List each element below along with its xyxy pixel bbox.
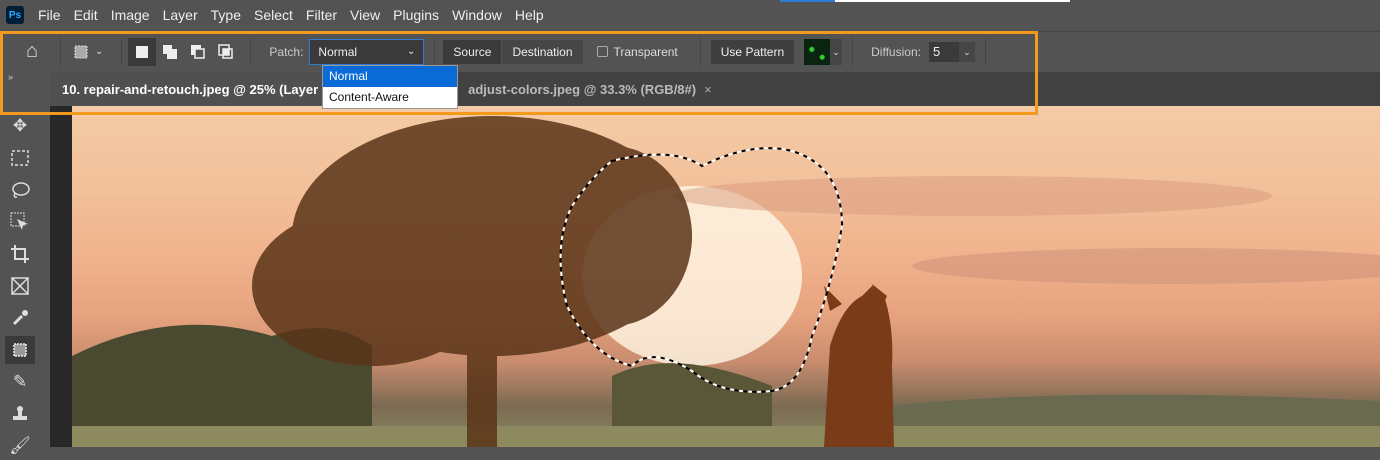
destination-button[interactable]: Destination [502,39,583,64]
subtract-selection-icon[interactable] [184,38,212,66]
menu-help[interactable]: Help [515,7,544,23]
tab-label: 10. repair-and-retouch.jpeg @ 25% (Layer [62,81,319,97]
object-selection-tool-icon[interactable] [5,208,35,236]
menu-select[interactable]: Select [254,7,293,23]
pattern-swatch[interactable] [804,38,831,65]
pencil-tool-icon[interactable]: ✎ [5,368,35,396]
patch-mode-dropdown: Normal Content-Aware [322,65,458,109]
chevron-down-icon[interactable]: ⌄ [830,38,843,65]
tools-panel: » ✥ ✎ 🖌 [0,72,50,455]
patch-option-content-aware[interactable]: Content-Aware [323,87,457,108]
menu-type[interactable]: Type [211,7,241,23]
menu-bar: Ps File Edit Image Layer Type Select Fil… [0,0,1380,30]
home-icon[interactable]: ⌂ [18,38,46,66]
patch-option-normal[interactable]: Normal [323,66,457,87]
menu-plugins[interactable]: Plugins [393,7,439,23]
new-selection-icon[interactable] [128,37,157,66]
move-tool-icon[interactable]: ✥ [5,112,35,140]
menu-filter[interactable]: Filter [306,7,337,23]
patch-tool-preset-icon[interactable] [67,38,95,66]
tab-label: adjust-colors.jpeg @ 33.3% (RGB/8#) [468,81,697,97]
expand-panel-icon[interactable]: » [0,72,50,86]
crop-tool-icon[interactable] [5,240,35,268]
menu-file[interactable]: File [38,7,61,23]
patch-tool-icon[interactable] [5,336,35,364]
image-canvas[interactable] [72,106,1380,447]
history-brush-tool-icon[interactable]: 🖌 [5,432,35,460]
canvas-gutter [50,106,72,447]
menu-view[interactable]: View [350,7,380,23]
patch-label: Patch: [269,44,304,59]
patch-mode-value: Normal [318,44,358,59]
menu-edit[interactable]: Edit [74,7,98,23]
marquee-tool-icon[interactable] [5,144,35,172]
eyedropper-tool-icon[interactable] [5,304,35,332]
clone-stamp-tool-icon[interactable] [5,400,35,428]
chevron-down-icon[interactable]: ⌄ [95,46,103,57]
close-icon[interactable]: × [704,82,712,97]
menu-layer[interactable]: Layer [163,7,198,23]
search-field-edge [780,0,1070,2]
horse [824,284,894,447]
document-tabs: 10. repair-and-retouch.jpeg @ 25% (Layer… [50,72,1380,106]
menu-image[interactable]: Image [111,7,150,23]
add-selection-icon[interactable] [156,38,184,66]
diffusion-label: Diffusion: [871,44,921,59]
transparent-checkbox[interactable] [596,46,608,57]
patch-mode-select[interactable]: Normal ⌄ [309,38,425,65]
use-pattern-button[interactable]: Use Pattern [710,39,795,64]
lasso-tool-icon[interactable] [5,176,35,204]
photoshop-logo: Ps [6,6,24,24]
transparent-label: Transparent [613,44,678,59]
chevron-down-icon[interactable]: ⌄ [958,41,975,62]
diffusion-input[interactable]: 5 [928,41,959,62]
frame-tool-icon[interactable] [5,272,35,300]
source-button[interactable]: Source [443,39,502,64]
tab-repair-and-retouch[interactable]: 10. repair-and-retouch.jpeg @ 25% (Layer [50,72,331,106]
options-bar: ⌂ ⌄ Patch: Normal ⌄ Source Destination Tr… [0,31,1380,71]
chevron-down-icon: ⌄ [407,46,416,57]
menu-window[interactable]: Window [452,7,502,23]
intersect-selection-icon[interactable] [212,38,240,66]
